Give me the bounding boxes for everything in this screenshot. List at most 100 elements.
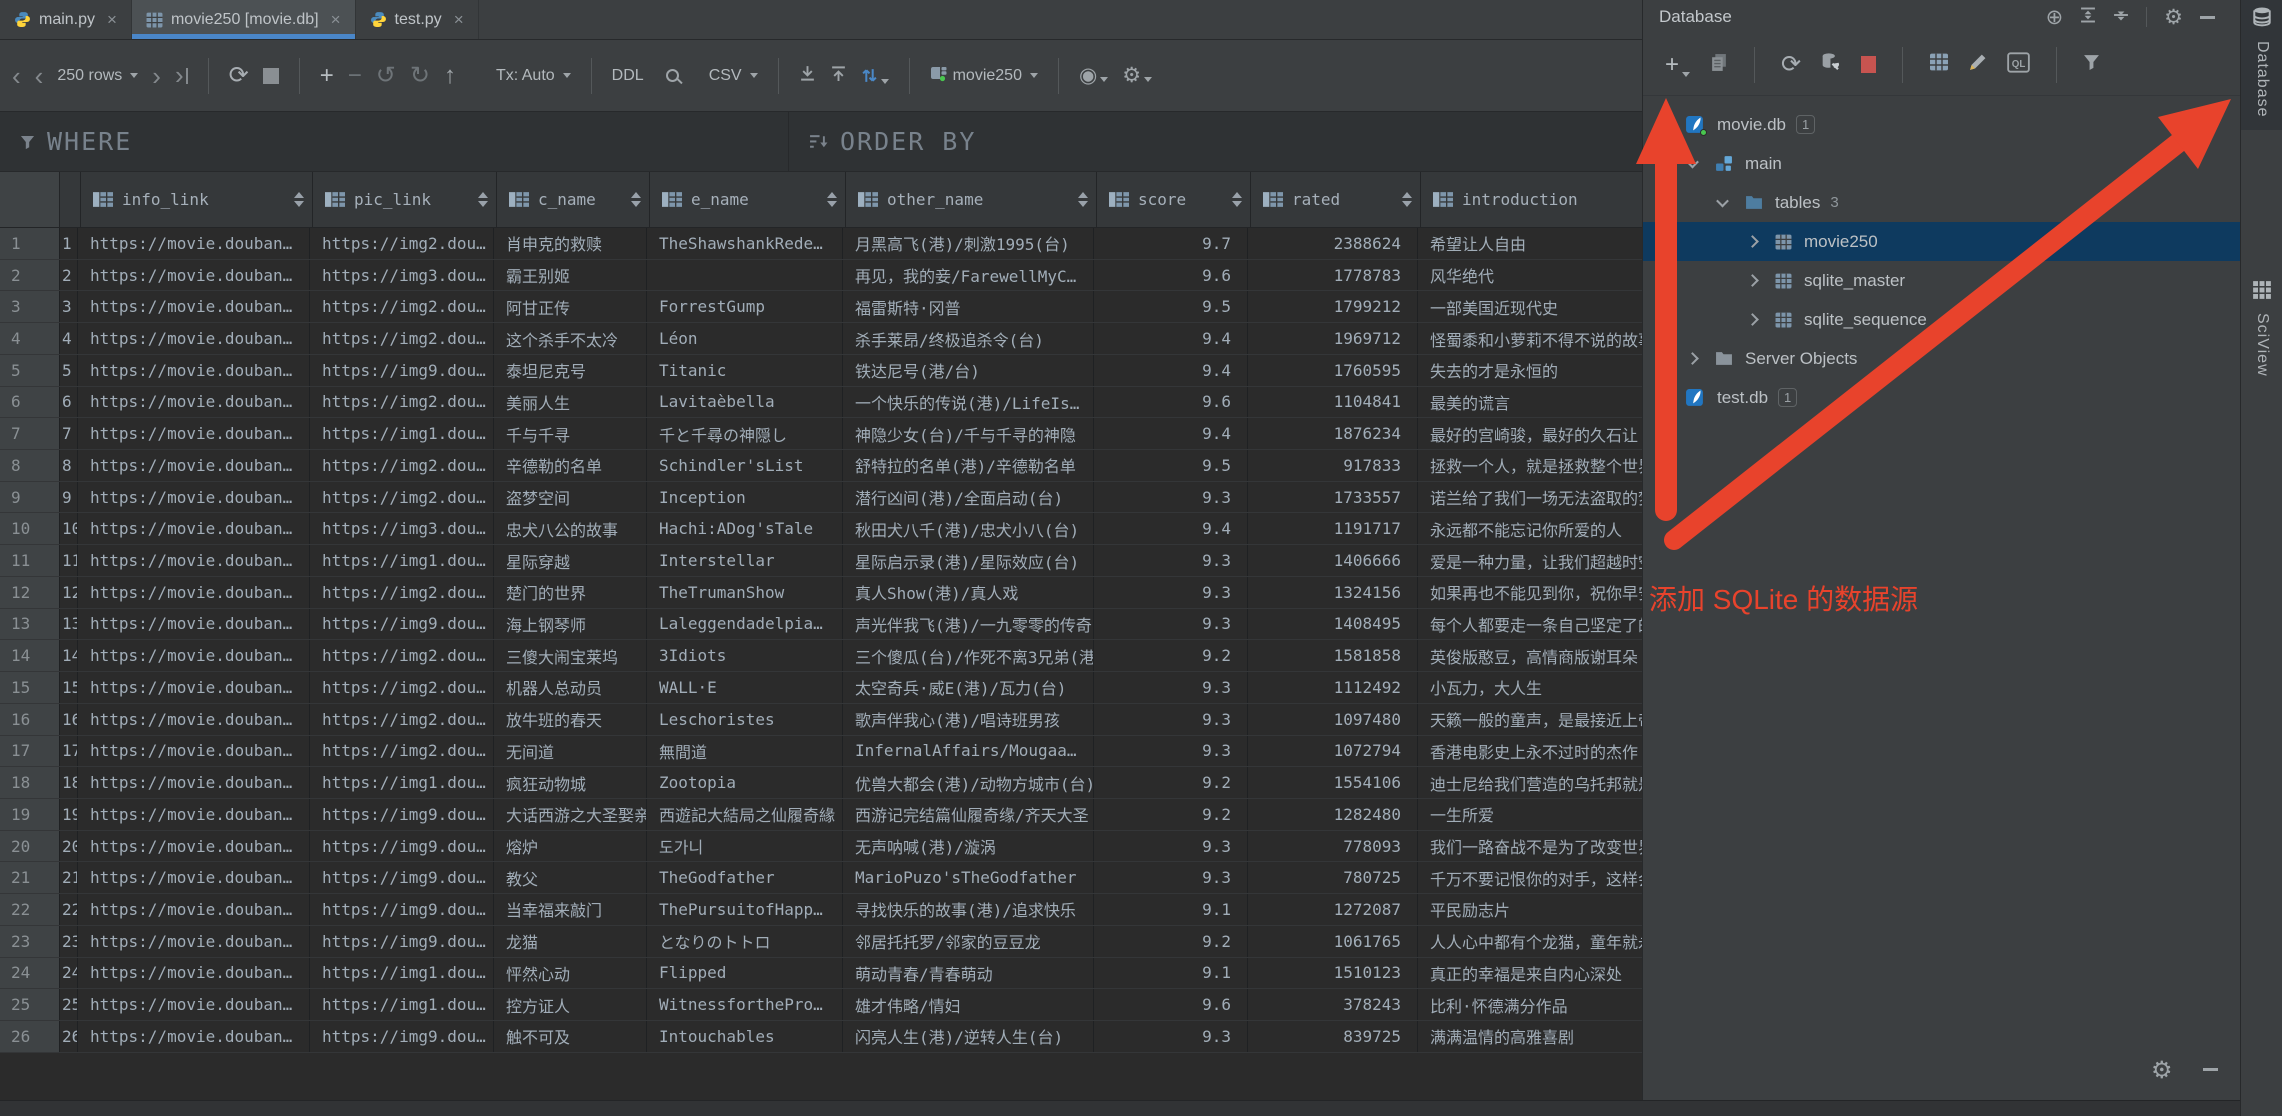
- tree-item-movie250[interactable]: movie250: [1643, 222, 2240, 261]
- column-header-introduction[interactable]: introduction: [1421, 172, 1642, 227]
- cell-rownum[interactable]: 13: [0, 609, 60, 640]
- cell-introduction[interactable]: 一部美国近现代史: [1418, 291, 1642, 322]
- cell-rownum[interactable]: 20: [0, 831, 60, 862]
- order-by-field[interactable]: ORDER BY: [789, 112, 1642, 171]
- cell-other_name[interactable]: 星际启示录(港)/星际效应(台): [843, 545, 1094, 576]
- refresh-icon[interactable]: ⟳: [1781, 53, 1801, 77]
- cell-other_name[interactable]: 神隐少女(台)/千与千寻的神隐: [843, 418, 1094, 449]
- cell-introduction[interactable]: 每个人都要走一条自己坚定了的: [1418, 609, 1642, 640]
- cell-score[interactable]: 9.3: [1094, 1021, 1248, 1052]
- cell-rated[interactable]: 1097480: [1248, 704, 1418, 735]
- cell-score[interactable]: 9.3: [1094, 704, 1248, 735]
- cell-rownum[interactable]: 11: [0, 545, 60, 576]
- cell-score[interactable]: 9.2: [1094, 767, 1248, 798]
- cell-introduction[interactable]: 我们一路奋战不是为了改变世界: [1418, 831, 1642, 862]
- gear-icon[interactable]: ⚙: [2164, 7, 2183, 28]
- cell-score[interactable]: 9.4: [1094, 355, 1248, 386]
- cell-other_name[interactable]: 歌声伴我心(港)/唱诗班男孩: [843, 704, 1094, 735]
- cell-introduction[interactable]: 希望让人自由: [1418, 228, 1642, 259]
- cell-rownum[interactable]: 4: [0, 323, 60, 354]
- cell-id[interactable]: 10: [60, 513, 78, 544]
- cell-e_name[interactable]: 3Idiots: [647, 640, 843, 671]
- cell-other_name[interactable]: 闪亮人生(港)/逆转人生(台): [843, 1021, 1094, 1052]
- chevron-right-icon[interactable]: [1656, 391, 1669, 404]
- cell-other_name[interactable]: 秋田犬八千(港)/忠犬小八(台): [843, 513, 1094, 544]
- cell-pic_link[interactable]: https://img2.dou…: [310, 640, 494, 671]
- cell-id[interactable]: 17: [60, 736, 78, 767]
- cell-rownum[interactable]: 14: [0, 640, 60, 671]
- cell-pic_link[interactable]: https://img2.dou…: [310, 291, 494, 322]
- cell-other_name[interactable]: 再见，我的妾/FarewellMyC…: [843, 260, 1094, 291]
- cell-introduction[interactable]: 英俊版憨豆，高情商版谢耳朵: [1418, 640, 1642, 671]
- export-format-selector[interactable]: CSV: [709, 67, 758, 85]
- column-header-pic_link[interactable]: pic_link: [313, 172, 497, 227]
- cell-info_link[interactable]: https://movie.douban…: [78, 577, 310, 608]
- cell-c_name[interactable]: 这个杀手不太冷: [494, 323, 647, 354]
- cell-e_name[interactable]: Schindler'sList: [647, 450, 843, 481]
- cell-id[interactable]: 12: [60, 577, 78, 608]
- cell-e_name[interactable]: TheGodfather: [647, 862, 843, 893]
- tree-item-movie-db[interactable]: movie.db1: [1643, 105, 2240, 144]
- first-page-icon[interactable]: ‹: [12, 63, 21, 89]
- cell-rownum[interactable]: 9: [0, 482, 60, 513]
- cell-info_link[interactable]: https://movie.douban…: [78, 355, 310, 386]
- cell-c_name[interactable]: 千与千寻: [494, 418, 647, 449]
- cell-introduction[interactable]: 如果再也不能见到你，祝你早安: [1418, 577, 1642, 608]
- tree-item-test-db[interactable]: test.db1: [1643, 378, 2240, 417]
- cell-rownum[interactable]: 5: [0, 355, 60, 386]
- cell-pic_link[interactable]: https://img9.dou…: [310, 831, 494, 862]
- cell-rownum[interactable]: 6: [0, 387, 60, 418]
- cell-id[interactable]: 23: [60, 926, 78, 957]
- cell-other_name[interactable]: 声光伴我飞(港)/一九零零的传奇: [843, 609, 1094, 640]
- cell-rownum[interactable]: 19: [0, 799, 60, 830]
- cell-id[interactable]: 24: [60, 958, 78, 989]
- cell-rownum[interactable]: 22: [0, 894, 60, 925]
- cell-introduction[interactable]: 真正的幸福是来自内心深处: [1418, 958, 1642, 989]
- cell-score[interactable]: 9.2: [1094, 640, 1248, 671]
- cell-score[interactable]: 9.3: [1094, 831, 1248, 862]
- cell-e_name[interactable]: Inception: [647, 482, 843, 513]
- cell-c_name[interactable]: 当幸福来敲门: [494, 894, 647, 925]
- editor-tab-test-py[interactable]: test.py×: [356, 0, 479, 39]
- column-header-c_name[interactable]: c_name: [497, 172, 650, 227]
- submit-icon[interactable]: ↑: [444, 64, 456, 88]
- cell-e_name[interactable]: TheTrumanShow: [647, 577, 843, 608]
- cell-rated[interactable]: 1406666: [1248, 545, 1418, 576]
- cell-info_link[interactable]: https://movie.douban…: [78, 958, 310, 989]
- cell-score[interactable]: 9.6: [1094, 387, 1248, 418]
- cell-rownum[interactable]: 25: [0, 989, 60, 1020]
- cell-rated[interactable]: 1272087: [1248, 894, 1418, 925]
- cell-rownum[interactable]: 7: [0, 418, 60, 449]
- sort-arrows-icon[interactable]: [478, 192, 488, 207]
- cell-pic_link[interactable]: https://img1.dou…: [310, 545, 494, 576]
- cell-id[interactable]: 1: [60, 228, 78, 259]
- cell-e_name[interactable]: [647, 260, 843, 291]
- cell-id[interactable]: 4: [60, 323, 78, 354]
- tree-item-server-objects[interactable]: Server Objects: [1643, 339, 2240, 378]
- cell-c_name[interactable]: 美丽人生: [494, 387, 647, 418]
- cell-info_link[interactable]: https://movie.douban…: [78, 989, 310, 1020]
- view-options-icon[interactable]: ◉: [1079, 65, 1108, 86]
- view-data-icon[interactable]: [1929, 53, 1949, 76]
- cell-e_name[interactable]: TheShawshankRede…: [647, 228, 843, 259]
- cell-id[interactable]: 15: [60, 672, 78, 703]
- cell-id[interactable]: 20: [60, 831, 78, 862]
- cell-other_name[interactable]: 雄才伟略/情妇: [843, 989, 1094, 1020]
- cell-info_link[interactable]: https://movie.douban…: [78, 291, 310, 322]
- cell-rownum[interactable]: 24: [0, 958, 60, 989]
- cell-rownum[interactable]: 2: [0, 260, 60, 291]
- tool-tab-database[interactable]: Database: [2241, 0, 2282, 130]
- stop-icon[interactable]: [263, 68, 279, 84]
- cell-id[interactable]: 14: [60, 640, 78, 671]
- cell-rated[interactable]: 1969712: [1248, 323, 1418, 354]
- query-console-icon[interactable]: QL: [2007, 52, 2030, 78]
- cell-e_name[interactable]: Laleggendadelpia…: [647, 609, 843, 640]
- close-icon[interactable]: ×: [107, 10, 117, 30]
- cell-introduction[interactable]: 最好的宫崎骏，最好的久石让: [1418, 418, 1642, 449]
- sort-arrows-icon[interactable]: [1078, 192, 1088, 207]
- chevron-right-icon[interactable]: [1746, 313, 1759, 326]
- cell-id[interactable]: 13: [60, 609, 78, 640]
- cell-info_link[interactable]: https://movie.douban…: [78, 736, 310, 767]
- chevron-right-icon[interactable]: [1746, 235, 1759, 248]
- revert-icon[interactable]: ↻: [410, 64, 430, 88]
